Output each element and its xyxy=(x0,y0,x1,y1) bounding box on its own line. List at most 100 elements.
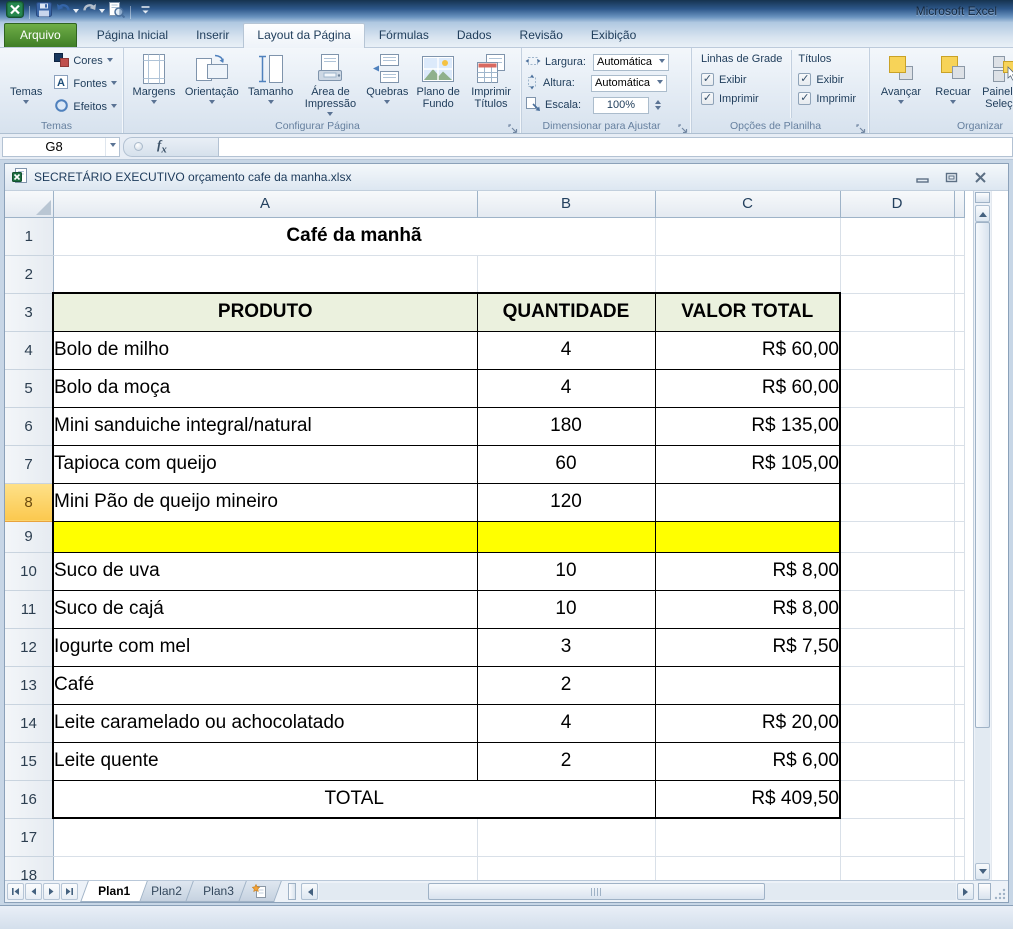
cell-E1[interactable] xyxy=(954,217,964,255)
cell-D7[interactable] xyxy=(840,445,954,483)
cell-A8[interactable]: Mini Pão de queijo mineiro xyxy=(53,483,477,521)
tab-formulas[interactable]: Fórmulas xyxy=(365,23,443,47)
cell-D18[interactable] xyxy=(840,856,954,880)
cell-D6[interactable] xyxy=(840,407,954,445)
scroll-left-button[interactable] xyxy=(301,883,318,900)
print-preview-icon[interactable] xyxy=(107,3,125,21)
tab-dados[interactable]: Dados xyxy=(443,23,506,47)
imprimir-titulos-button[interactable]: Imprimir Títulos xyxy=(464,50,518,118)
cell-D3[interactable] xyxy=(840,293,954,331)
cell-D9[interactable] xyxy=(840,521,954,552)
cell-C7[interactable]: R$ 105,00 xyxy=(655,445,840,483)
last-sheet-button[interactable] xyxy=(61,883,78,900)
margens-button[interactable]: Margens xyxy=(127,50,181,118)
cell-E17[interactable] xyxy=(954,818,964,856)
cell-E8[interactable] xyxy=(954,483,964,521)
excel-app-icon[interactable] xyxy=(6,3,24,21)
checkbox-checked[interactable]: ✓ xyxy=(798,92,811,105)
row-header-17[interactable]: 17 xyxy=(5,818,53,856)
cell-B11[interactable]: 10 xyxy=(477,590,655,628)
area-de-impressao-button[interactable]: Área de Impressão xyxy=(299,50,363,118)
cell-C4[interactable]: R$ 60,00 xyxy=(655,331,840,369)
cell-B3[interactable]: QUANTIDADE xyxy=(477,293,655,331)
cores-button[interactable]: Cores xyxy=(51,51,120,71)
cell-C10[interactable]: R$ 8,00 xyxy=(655,552,840,590)
cell-C18[interactable] xyxy=(655,856,840,880)
row-header-16[interactable]: 16 xyxy=(5,780,53,818)
row-header-4[interactable]: 4 xyxy=(5,331,53,369)
cell-C8[interactable] xyxy=(655,483,840,521)
close-icon[interactable] xyxy=(974,172,987,183)
checkbox-checked[interactable]: ✓ xyxy=(701,92,714,105)
themes-button[interactable]: Temas xyxy=(3,50,49,118)
row-header-1[interactable]: 1 xyxy=(5,217,53,255)
cell-A3[interactable]: PRODUTO xyxy=(53,293,477,331)
cell-A1[interactable]: Café da manhã xyxy=(53,217,655,255)
cell-D15[interactable] xyxy=(840,742,954,780)
tab-layout-da-pagina[interactable]: Layout da Página xyxy=(243,23,364,48)
cell-B12[interactable]: 3 xyxy=(477,628,655,666)
cell-C12[interactable]: R$ 7,50 xyxy=(655,628,840,666)
cell-E16[interactable] xyxy=(954,780,964,818)
cell-C16[interactable]: R$ 409,50 xyxy=(655,780,840,818)
cell-A15[interactable]: Leite quente xyxy=(53,742,477,780)
fontes-button[interactable]: AFontes xyxy=(51,74,120,94)
cell-D10[interactable] xyxy=(840,552,954,590)
spin-down-icon[interactable] xyxy=(655,106,661,113)
checkbox-checked[interactable]: ✓ xyxy=(701,73,714,86)
cell-B18[interactable] xyxy=(477,856,655,880)
cell-E11[interactable] xyxy=(954,590,964,628)
cell-D1[interactable] xyxy=(840,217,954,255)
toolbar-customize-icon[interactable] xyxy=(136,3,154,21)
row-header-6[interactable]: 6 xyxy=(5,407,53,445)
cell-D11[interactable] xyxy=(840,590,954,628)
dialog-launcher-icon[interactable] xyxy=(678,121,688,131)
cell-E10[interactable] xyxy=(954,552,964,590)
row-header-5[interactable]: 5 xyxy=(5,369,53,407)
restore-icon[interactable] xyxy=(945,172,958,183)
cell-C13[interactable] xyxy=(655,666,840,704)
cell-C2[interactable] xyxy=(655,255,840,293)
minimize-icon[interactable] xyxy=(916,172,929,183)
cell-C6[interactable]: R$ 135,00 xyxy=(655,407,840,445)
row-header-2[interactable]: 2 xyxy=(5,255,53,293)
name-box[interactable]: G8 xyxy=(2,137,120,157)
resize-grip[interactable] xyxy=(992,881,1008,902)
undo-icon[interactable] xyxy=(55,3,79,21)
cell-B4[interactable]: 4 xyxy=(477,331,655,369)
cell-E5[interactable] xyxy=(954,369,964,407)
quebras-button[interactable]: Quebras xyxy=(362,50,412,118)
dialog-launcher-icon[interactable] xyxy=(856,121,866,131)
horizontal-scroll-thumb[interactable] xyxy=(428,883,765,900)
tab-inserir[interactable]: Inserir xyxy=(182,23,243,47)
recuar-button[interactable]: Recuar xyxy=(929,50,977,118)
cell-A4[interactable]: Bolo de milho xyxy=(53,331,477,369)
cell-A12[interactable]: Iogurte com mel xyxy=(53,628,477,666)
cell-B17[interactable] xyxy=(477,818,655,856)
tab-revisao[interactable]: Revisão xyxy=(506,23,577,47)
cell-B14[interactable]: 4 xyxy=(477,704,655,742)
redo-icon[interactable] xyxy=(81,3,105,21)
cell-B15[interactable]: 2 xyxy=(477,742,655,780)
cell-A13[interactable]: Café xyxy=(53,666,477,704)
cell-A10[interactable]: Suco de uva xyxy=(53,552,477,590)
tab-pagina-inicial[interactable]: Página Inicial xyxy=(83,23,182,47)
cell-D12[interactable] xyxy=(840,628,954,666)
cell-D16[interactable] xyxy=(840,780,954,818)
formula-input[interactable] xyxy=(219,137,1013,157)
vertical-scrollbar[interactable] xyxy=(973,191,991,880)
cell-D5[interactable] xyxy=(840,369,954,407)
cell-A18[interactable] xyxy=(53,856,477,880)
cell-C14[interactable]: R$ 20,00 xyxy=(655,704,840,742)
row-header-9[interactable]: 9 xyxy=(5,521,53,552)
cell-E14[interactable] xyxy=(954,704,964,742)
cell-C17[interactable] xyxy=(655,818,840,856)
row-header-3[interactable]: 3 xyxy=(5,293,53,331)
tamanho-button[interactable]: Tamanho xyxy=(243,50,299,118)
previous-sheet-button[interactable] xyxy=(25,883,42,900)
first-sheet-button[interactable] xyxy=(7,883,24,900)
horizontal-split-handle[interactable] xyxy=(978,883,991,900)
cell-C3[interactable]: VALOR TOTAL xyxy=(655,293,840,331)
tab-exibicao[interactable]: Exibição xyxy=(577,23,650,47)
row-header-12[interactable]: 12 xyxy=(5,628,53,666)
